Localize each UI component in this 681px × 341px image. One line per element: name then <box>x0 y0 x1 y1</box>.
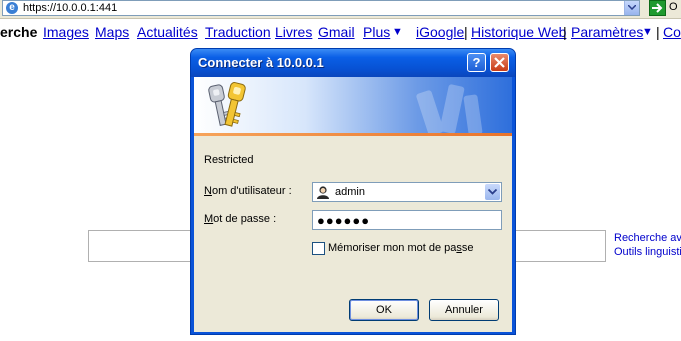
dialog-body: Restricted Nom d'utilisateur : admin Mot… <box>194 77 512 332</box>
go-label[interactable]: O <box>669 1 678 13</box>
nav-link-actualites[interactable]: Actualités <box>137 24 198 40</box>
nav-link-historique-web[interactable]: Historique Web <box>471 24 566 40</box>
advanced-search-link[interactable]: Recherche av <box>614 232 681 244</box>
password-value[interactable]: ●●●●●● <box>317 213 370 228</box>
username-combobox[interactable]: admin <box>312 182 502 202</box>
cancel-button[interactable]: Annuler <box>429 299 499 321</box>
realm-text: Restricted <box>204 154 254 166</box>
nav-link-maps[interactable]: Maps <box>95 24 129 40</box>
nav-link-parametres[interactable]: Paramètres <box>571 24 643 40</box>
ok-button[interactable]: OK <box>349 299 419 321</box>
close-icon <box>494 57 505 68</box>
nav-link-igoogle[interactable]: iGoogle <box>416 24 464 40</box>
nav-separator: | <box>464 24 468 40</box>
close-button[interactable] <box>490 53 509 72</box>
dialog-titlebar[interactable]: Connecter à 10.0.0.1 ? <box>191 49 515 77</box>
dialog-banner <box>194 77 512 133</box>
plus-dropdown-arrow-icon[interactable]: ▼ <box>392 26 403 38</box>
nav-link-livres[interactable]: Livres <box>275 24 312 40</box>
nav-link-plus[interactable]: Plus <box>363 24 390 40</box>
url-field[interactable]: e https://10.0.0.1:441 <box>2 0 640 16</box>
remember-label-part1[interactable]: Mémoriser mon mot de pa <box>328 242 456 254</box>
username-dropdown-button[interactable] <box>485 184 500 200</box>
help-button[interactable]: ? <box>467 53 486 72</box>
url-text[interactable]: https://10.0.0.1:441 <box>23 2 117 14</box>
nav-link-connexion[interactable]: Co <box>663 24 681 40</box>
parametres-dropdown-arrow-icon[interactable]: ▼ <box>642 26 653 38</box>
password-label: Mot de passe : <box>204 213 276 225</box>
login-dialog: Connecter à 10.0.0.1 ? Restricted Nom d'… <box>190 48 516 335</box>
arrow-right-icon <box>652 3 663 13</box>
password-accel: M <box>204 213 214 225</box>
nav-separator: | <box>563 24 567 40</box>
nav-separator: | <box>656 24 660 40</box>
chevron-down-icon <box>628 5 636 10</box>
nav-current-recherche: erche <box>0 24 38 40</box>
user-icon <box>317 186 329 199</box>
remember-password-checkbox[interactable] <box>312 242 325 255</box>
chevron-down-icon <box>488 189 497 195</box>
username-value[interactable]: admin <box>335 186 365 198</box>
nav-link-gmail[interactable]: Gmail <box>318 24 355 40</box>
nav-link-images[interactable]: Images <box>43 24 89 40</box>
url-dropdown-button[interactable] <box>624 1 639 15</box>
dialog-title: Connecter à 10.0.0.1 <box>198 55 324 70</box>
nav-link-traduction[interactable]: Traduction <box>205 24 271 40</box>
username-label: Nom d'utilisateur : <box>204 185 292 197</box>
keys-icon <box>208 82 483 133</box>
banner-divider <box>194 133 512 136</box>
go-button[interactable] <box>649 0 666 16</box>
password-field[interactable]: ●●●●●● <box>312 210 502 230</box>
remember-label-part2[interactable]: se <box>462 242 474 254</box>
remember-password-label[interactable]: Mémoriser mon mot de passe <box>328 242 474 254</box>
username-label-text: om d'utilisateur : <box>211 185 292 197</box>
address-bar: e https://10.0.0.1:441 O <box>0 0 681 19</box>
password-label-text: ot de passe : <box>213 213 277 225</box>
ie-page-icon: e <box>6 2 18 14</box>
username-accel: N <box>204 185 212 197</box>
language-tools-link[interactable]: Outils linguisti <box>614 246 681 258</box>
